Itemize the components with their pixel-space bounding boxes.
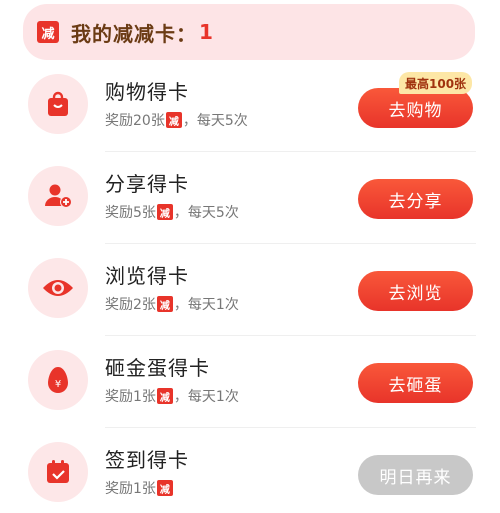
task-title: 砸金蛋得卡 bbox=[105, 356, 210, 380]
task-row-checkin: 签到得卡 奖励1张 减 明日再来 bbox=[0, 428, 500, 513]
task-icon-circle bbox=[28, 442, 88, 502]
reward-prefix: 奖励5张 bbox=[105, 205, 156, 221]
reduce-badge-icon: 减 bbox=[37, 21, 59, 43]
card-count: 1 bbox=[199, 20, 213, 44]
reward-prefix: 奖励20张 bbox=[105, 113, 165, 129]
reward-prefix: 奖励1张 bbox=[105, 389, 156, 405]
go-share-button[interactable]: 去分享 bbox=[358, 179, 473, 219]
come-back-tomorrow-button[interactable]: 明日再来 bbox=[358, 455, 473, 495]
svg-text:¥: ¥ bbox=[55, 379, 61, 390]
task-title: 购物得卡 bbox=[105, 80, 189, 104]
golden-egg-icon: ¥ bbox=[48, 367, 68, 393]
reduce-tag-icon: 减 bbox=[156, 204, 173, 220]
eye-icon bbox=[43, 280, 73, 296]
task-title: 浏览得卡 bbox=[105, 264, 189, 288]
shopping-bag-icon bbox=[48, 91, 68, 116]
task-title: 分享得卡 bbox=[105, 172, 189, 196]
reduce-tag-icon: 减 bbox=[156, 296, 173, 312]
task-row-golden-egg: ¥ 砸金蛋得卡 奖励1张 减 ，每天1次 去砸蛋 bbox=[0, 336, 500, 428]
reward-suffix: ，每天1次 bbox=[173, 389, 239, 405]
task-icon-circle bbox=[28, 258, 88, 318]
task-icon-circle: ¥ bbox=[28, 350, 88, 410]
reward-prefix: 奖励1张 bbox=[105, 481, 156, 497]
go-smash-egg-button[interactable]: 去砸蛋 bbox=[358, 363, 473, 403]
go-browse-button[interactable]: 去浏览 bbox=[358, 271, 473, 311]
reduce-tag-icon: 减 bbox=[165, 112, 182, 128]
reduce-tag-icon: 减 bbox=[156, 388, 173, 404]
task-row-share: 分享得卡 奖励5张 减 ，每天5次 去分享 bbox=[0, 152, 500, 244]
reward-suffix: ，每天5次 bbox=[182, 113, 248, 129]
task-icon-circle bbox=[28, 166, 88, 226]
calendar-check-icon bbox=[47, 460, 69, 483]
go-shopping-button[interactable]: 去购物 bbox=[358, 88, 473, 128]
task-row-browse: 浏览得卡 奖励2张 减 ，每天1次 去浏览 bbox=[0, 244, 500, 336]
reward-suffix: ，每天5次 bbox=[173, 205, 239, 221]
reduce-tag-icon: 减 bbox=[156, 480, 173, 496]
user-add-icon bbox=[45, 184, 72, 208]
task-reward: 奖励1张 减 bbox=[105, 478, 174, 498]
task-icon-circle bbox=[28, 74, 88, 134]
header-title: 我的减减卡： bbox=[71, 21, 197, 46]
reduce-card-tasks-page: 减 我的减减卡： 1 最高100张 购物得卡 奖励20张 减 ，每天5次 去购物 bbox=[0, 0, 500, 513]
card-count-header: 减 我的减减卡： 1 bbox=[23, 4, 475, 60]
task-title: 签到得卡 bbox=[105, 448, 189, 472]
limit-badge: 最高100张 bbox=[399, 72, 473, 94]
task-reward: 奖励20张 减 ，每天5次 bbox=[105, 110, 248, 130]
task-reward: 奖励2张 减 ，每天1次 bbox=[105, 294, 239, 314]
reward-suffix: ，每天1次 bbox=[173, 297, 239, 313]
reward-prefix: 奖励2张 bbox=[105, 297, 156, 313]
task-reward: 奖励1张 减 ，每天1次 bbox=[105, 386, 239, 406]
task-reward: 奖励5张 减 ，每天5次 bbox=[105, 202, 239, 222]
